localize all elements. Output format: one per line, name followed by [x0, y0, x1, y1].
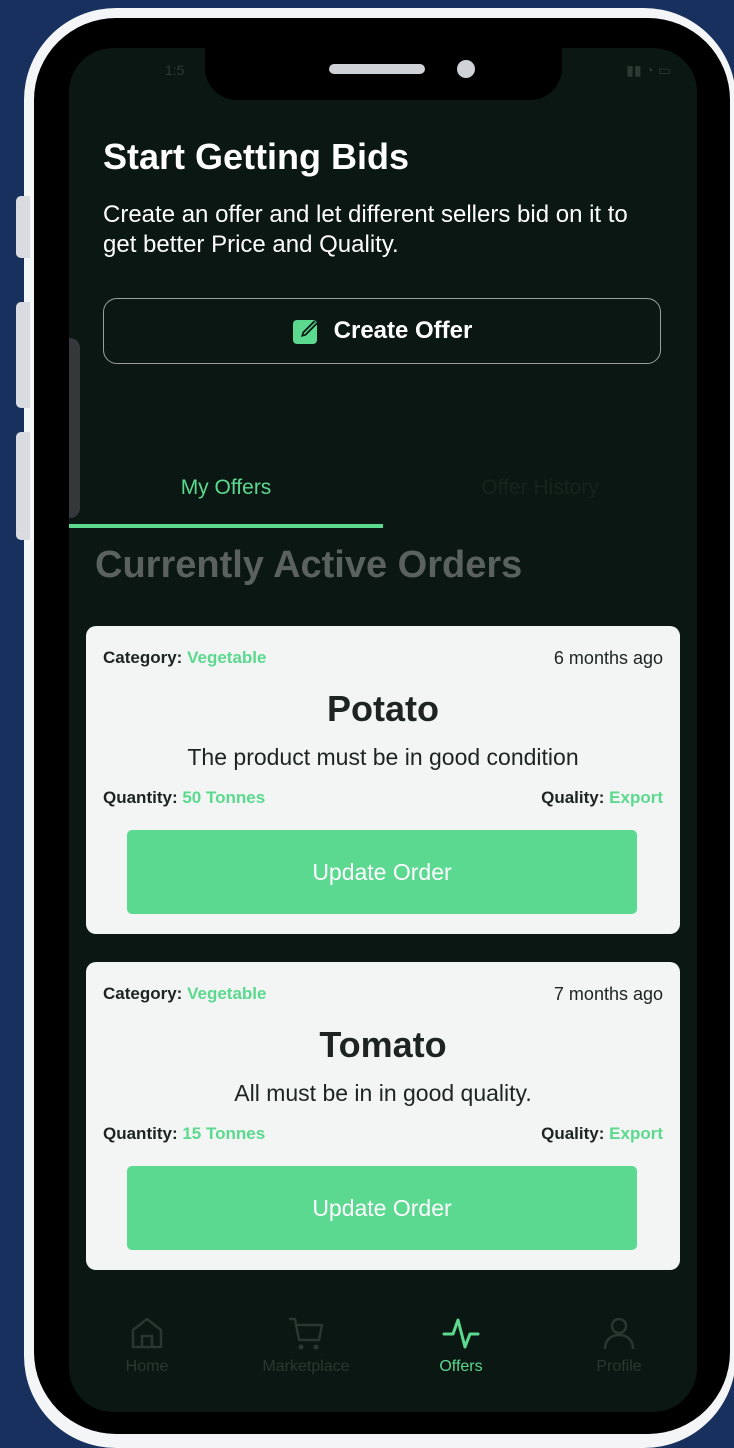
page-title: Start Getting Bids	[103, 136, 410, 177]
tab-offer-history[interactable]: Offer History	[383, 476, 697, 500]
category-label: Category:	[103, 648, 183, 667]
order-card: Category: Vegetable 6 months ago Potato …	[86, 626, 680, 934]
nav-offers[interactable]: Offers	[391, 1314, 531, 1376]
quality-value: Export	[609, 788, 663, 807]
notch	[205, 48, 562, 100]
nav-profile-label: Profile	[596, 1358, 642, 1375]
edit-icon	[292, 320, 318, 344]
volume-down-button	[16, 432, 30, 540]
section-title: Currently Active Orders	[95, 544, 523, 586]
category: Category: Vegetable	[103, 648, 266, 669]
activity-icon	[442, 1318, 480, 1349]
order-card: Category: Vegetable 7 months ago Tomato …	[86, 962, 680, 1270]
quantity-label: Quantity:	[103, 1124, 178, 1143]
mute-switch	[16, 196, 30, 258]
category-value: Vegetable	[187, 984, 267, 1003]
speaker-grille	[329, 64, 425, 74]
cart-icon	[289, 1317, 324, 1350]
nav-offers-label: Offers	[439, 1358, 483, 1375]
status-time: 1:5	[165, 62, 185, 78]
update-order-button[interactable]: Update Order	[127, 1166, 637, 1250]
app-screen: 1:5 ▮▮ ◔ ▭ Start Getting Bids Create an …	[69, 48, 697, 1412]
create-offer-label: Create Offer	[333, 317, 473, 344]
quality-label: Quality:	[541, 1124, 605, 1143]
quantity-value: 15 Tonnes	[182, 1124, 266, 1143]
active-tab-indicator	[69, 524, 383, 528]
quantity-value: 50 Tonnes	[182, 788, 266, 807]
product-description: All must be in in good quality.	[234, 1080, 532, 1106]
quantity: Quantity: 50 Tonnes	[103, 788, 265, 808]
product-description: The product must be in good condition	[187, 744, 579, 770]
product-name: Tomato	[319, 1024, 447, 1065]
nav-profile[interactable]: Profile	[549, 1314, 689, 1376]
volume-up-button	[16, 302, 30, 408]
quality: Quality: Export	[541, 788, 663, 808]
nav-home-label: Home	[125, 1358, 169, 1375]
quantity-label: Quantity:	[103, 788, 178, 807]
create-offer-button[interactable]: Create Offer	[103, 298, 661, 364]
quantity: Quantity: 15 Tonnes	[103, 1124, 265, 1144]
category: Category: Vegetable	[103, 984, 266, 1005]
product-name: Potato	[327, 688, 439, 729]
order-time: 7 months ago	[553, 984, 663, 1004]
order-time: 6 months ago	[553, 648, 663, 668]
quality: Quality: Export	[541, 1124, 663, 1144]
quality-value: Export	[609, 1124, 663, 1143]
quality-label: Quality:	[541, 788, 605, 807]
tab-my-offers[interactable]: My Offers	[69, 476, 383, 500]
page-subtitle: Create an offer and let different seller…	[103, 201, 628, 258]
user-icon	[603, 1317, 635, 1350]
category-label: Category:	[103, 984, 183, 1003]
status-icons: ▮▮ ◔ ▭	[626, 62, 671, 78]
category-value: Vegetable	[187, 648, 267, 667]
nav-marketplace-label: Marketplace	[262, 1358, 350, 1375]
update-order-button[interactable]: Update Order	[127, 830, 637, 914]
home-icon	[131, 1317, 163, 1349]
nav-marketplace[interactable]: Marketplace	[236, 1314, 376, 1376]
front-camera	[457, 60, 475, 78]
nav-home[interactable]: Home	[77, 1314, 217, 1376]
